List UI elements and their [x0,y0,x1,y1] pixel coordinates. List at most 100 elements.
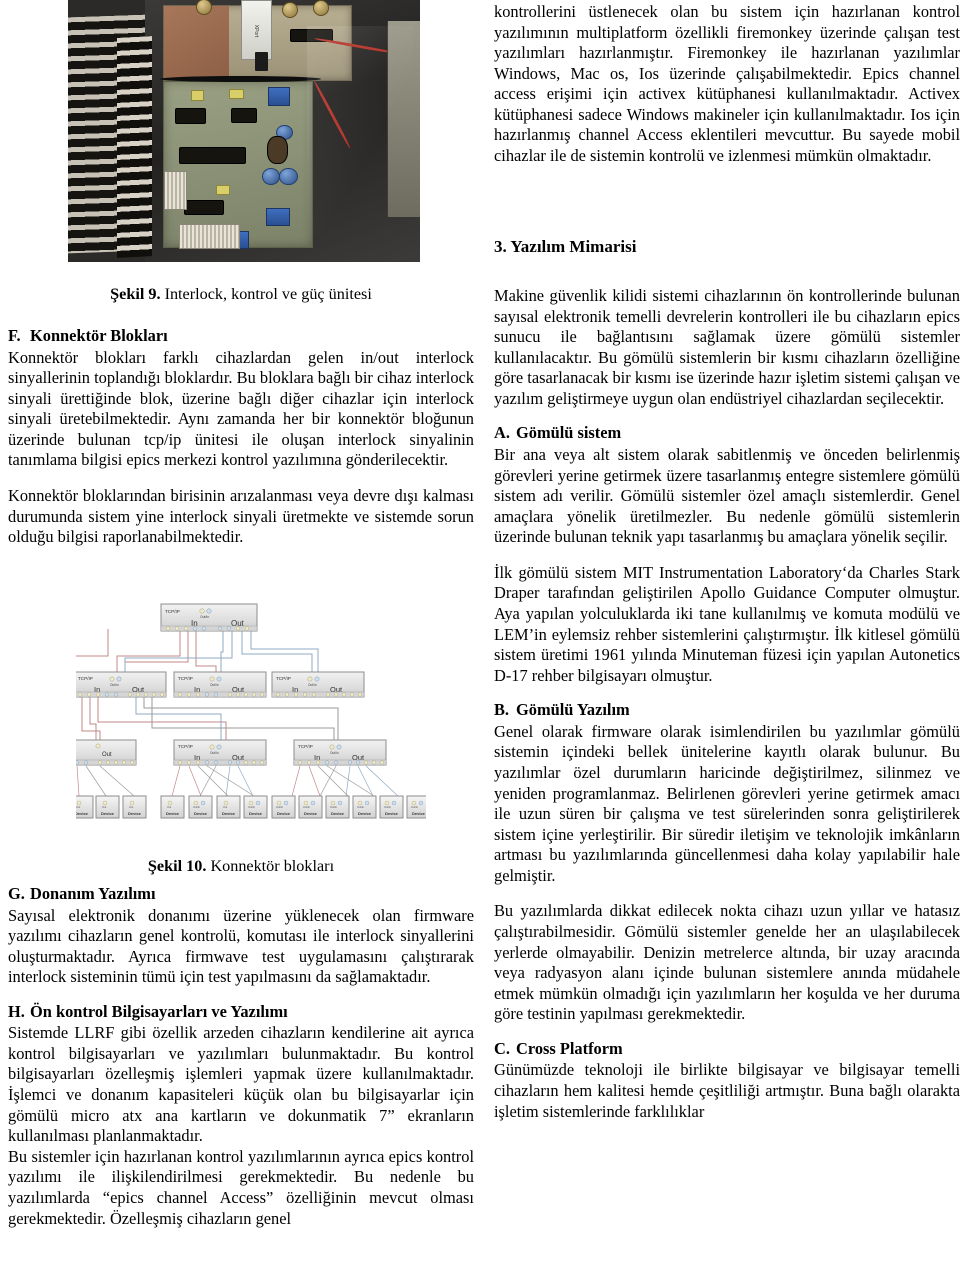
ribbon-cable [164,171,187,210]
svg-text:Out: Out [102,805,106,809]
ribbon-cable [178,224,240,250]
xport-label: XPort [253,24,260,38]
blue-trimmer-potentiometer [266,207,291,227]
figure-9-caption: Şekil 9. Interlock, kontrol ve güç ünite… [8,284,474,304]
section-a-paragraph-2: İlk gömülü sistem MIT Instrumentation La… [494,562,960,685]
document-page: XPort Şekil 9. Interlock, kontrol ve güç… [0,0,960,1277]
section-b-paragraph-1: Genel olarak firmware olarak isimlendiri… [494,721,960,885]
svg-text:Device: Device [331,811,345,816]
dip-ic [232,108,256,122]
section-f-title: Konnektör Blokları [30,326,168,345]
svg-text:Out: Out [76,805,80,809]
section-a-heading: A. Gömülü sistem [494,423,960,444]
section-b-heading: B. Gömülü Yazılım [494,700,960,721]
section-c-paragraph-1: Günümüzde teknoloji ile birlikte bilgisa… [494,1060,960,1121]
section-g-paragraph-1: Sayısal elektronik donanımı üzerine yükl… [8,905,474,987]
section-h-title: Ön kontrol Bilgisayarları ve Yazılımı [30,1001,288,1021]
connector-block-level3: In Out TCP/IP I [76,739,387,766]
section-3-title: Yazılım Mimarisi [510,237,637,256]
section-f-letter: F. [8,326,21,345]
dip-ic [175,108,206,124]
svg-text:Device: Device [385,811,399,816]
glare-highlight [307,26,413,236]
section-f-heading: F. Konnektör Blokları [8,326,474,347]
figure-9-caption-label: Şekil 9. [110,285,161,303]
connector-block-level1: TCP/IP In Out Out/In [160,603,258,632]
section-b-paragraph-2: Bu yazılımlarda dikkat edilecek nokta ci… [494,901,960,1024]
svg-text:Out/In: Out/In [330,805,338,809]
copper-pcb [164,6,230,80]
sma-connector-icon [281,1,298,18]
main-control-pcb [163,81,313,250]
black-cable [159,75,322,82]
figure-9-caption-text: Interlock, kontrol ve güç ünitesi [160,285,372,303]
svg-text:Out: Out [102,752,112,758]
connector-block-level2: TCP/IP In Out Out/In TCP/IP In Out Out/I… [76,671,365,698]
section-h-paragraph-2: Bu sistemler için hazırlanan kontrol yaz… [8,1146,474,1228]
section-c-letter: C. [494,1038,510,1058]
section-c-heading: C. Cross Platform [494,1039,960,1060]
svg-text:Device: Device [128,811,142,816]
svg-text:Out/In: Out/In [210,751,219,755]
figure-10-image: TCP/IP In Out Out/In TCP/IP In Out Out/I… [76,596,426,846]
section-3-heading: 3. Yazılım Mimarisi [494,236,960,257]
section-3-number: 3. [494,237,507,256]
section-f-paragraph-2: Konnektör bloklarından birisinin arızala… [8,485,474,547]
svg-text:Out/In: Out/In [110,683,119,687]
vent-grille-secondary-icon [117,35,153,258]
svg-text:TCP/IP: TCP/IP [78,676,93,681]
electrolytic-capacitor [279,168,298,185]
section-h-paragraph-1: Sistemde LLRF gibi özellik arzeden cihaz… [8,1023,474,1146]
film-capacitor [215,184,230,195]
xport-tcpip-module: XPort [240,0,273,60]
svg-text:TCP/IP: TCP/IP [178,676,193,681]
section-c-title: Cross Platform [516,1038,623,1058]
microcontroller-ic [180,148,246,164]
figure-10-caption-text: Konnektör blokları [206,857,335,875]
svg-text:Device: Device [249,811,263,816]
electrolytic-capacitor [261,168,280,185]
svg-text:Out/In: Out/In [384,805,392,809]
connector-header [255,51,269,71]
svg-text:TCP/IP: TCP/IP [276,676,291,681]
svg-text:TCP/IP: TCP/IP [178,744,193,749]
svg-text:Out: Out [129,805,133,809]
section-3-paragraph-1: Makine güvenlik kilidi sistemi cihazları… [494,286,960,408]
figure-10-caption: Şekil 10. Konnektör blokları [8,856,474,876]
toroid-inductor [267,136,287,164]
section-g-heading: G. Donanım Yazılımı [8,884,474,905]
film-capacitor [190,90,205,101]
svg-text:Out/In: Out/In [210,683,219,687]
section-b-title: Gömülü Yazılım [516,700,630,720]
connector-blocks-diagram: TCP/IP In Out Out/In TCP/IP In Out Out/I… [76,603,426,819]
svg-text:Out/In: Out/In [193,805,201,809]
svg-text:Out/In: Out/In [411,805,419,809]
svg-text:TCP/IP: TCP/IP [298,744,313,749]
blue-trimmer-potentiometer [267,87,291,106]
svg-text:Out/In: Out/In [276,805,284,809]
section-g-title: Donanım Yazılımı [30,884,156,903]
svg-text:Out/In: Out/In [248,805,256,809]
svg-text:Out/In: Out/In [330,751,339,755]
device-boxes: Out Device Out Device Out Device Out Dev… [76,795,426,819]
section-b-letter: B. [494,700,510,720]
svg-text:Device: Device [194,811,208,816]
section-a-paragraph-1: Bir ana veya alt sistem olarak sabitlenm… [494,444,960,547]
svg-text:Device: Device [101,811,115,816]
svg-text:TCP/IP: TCP/IP [165,609,180,614]
svg-text:Device: Device [358,811,372,816]
right-intro-paragraph: kontrollerini üstlenecek olan bu sistem … [494,2,960,166]
figure-9-image: XPort [68,0,420,262]
svg-text:Out: Out [223,805,227,809]
svg-text:Device: Device [222,811,236,816]
film-capacitor [229,88,245,100]
figure-10-caption-label: Şekil 10. [147,857,207,875]
section-f-paragraph-1: Konnektör blokları farklı cihazlardan ge… [8,347,474,470]
section-g-letter: G. [8,884,25,903]
section-h-letter: H. [8,1001,25,1021]
svg-text:Device: Device [304,811,318,816]
svg-text:Device: Device [412,811,426,816]
interlock-control-power-unit-photo: XPort [68,0,420,262]
section-h-heading: H. Ön kontrol Bilgisayarları ve Yazılımı [8,1002,474,1023]
section-a-title: Gömülü sistem [516,423,622,443]
